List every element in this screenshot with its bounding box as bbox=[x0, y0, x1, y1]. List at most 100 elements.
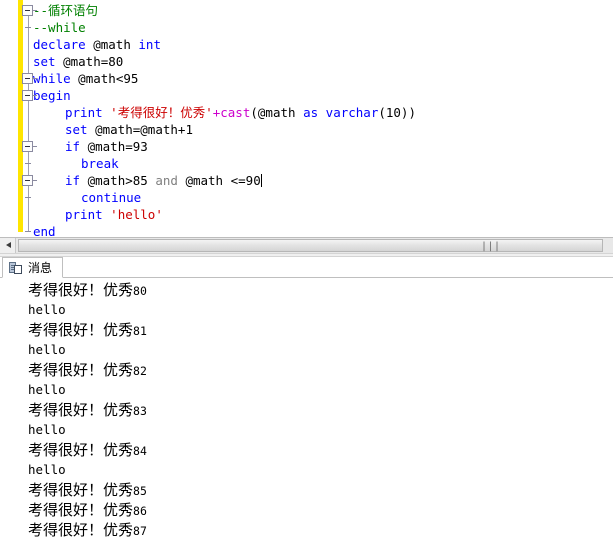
code-token-var: @math bbox=[140, 122, 178, 137]
code-line[interactable]: declare @math int bbox=[0, 36, 613, 53]
code-token-plain: =80 bbox=[100, 54, 124, 69]
code-token-comment: --循环语句 bbox=[33, 3, 99, 18]
outline-connector bbox=[33, 146, 37, 147]
code-line[interactable]: while @math<95 bbox=[0, 70, 613, 87]
code-line[interactable]: set @math=@math+1 bbox=[0, 121, 613, 138]
code-token-kw: set bbox=[65, 122, 88, 137]
editor-horizontal-scrollbar[interactable]: ||| bbox=[0, 237, 613, 253]
message-line: 考得很好！优秀80 bbox=[0, 280, 613, 300]
scrollbar-thumb[interactable]: ||| bbox=[18, 239, 603, 252]
message-text: hello bbox=[28, 342, 66, 357]
outline-connector bbox=[33, 180, 37, 181]
code-token-kw: continue bbox=[81, 190, 142, 205]
code-token-var: @math bbox=[78, 71, 116, 86]
code-token-kw: print bbox=[65, 105, 103, 120]
message-line: 考得很好！优秀82 bbox=[0, 360, 613, 380]
code-line[interactable]: print '考得很好！优秀'+cast(@math as varchar(10… bbox=[0, 104, 613, 121]
code-line-text: begin bbox=[33, 88, 71, 103]
code-line[interactable]: --while bbox=[0, 19, 613, 36]
message-line: hello bbox=[0, 420, 613, 440]
message-text: hello bbox=[28, 422, 66, 437]
code-line-text: end bbox=[33, 224, 56, 237]
code-token-str: '考得很好！优秀' bbox=[110, 105, 213, 120]
message-line: 考得很好！优秀81 bbox=[0, 320, 613, 340]
code-token-var: @math bbox=[185, 173, 224, 188]
code-token-kw: begin bbox=[33, 88, 71, 103]
code-line-text: break bbox=[81, 156, 119, 171]
outline-connector bbox=[33, 95, 37, 96]
code-token-var: @math bbox=[93, 37, 131, 52]
code-line[interactable]: if @math>85 and @math <=90 bbox=[0, 172, 613, 189]
message-text: hello bbox=[28, 462, 66, 477]
code-token-fn: +cast bbox=[212, 105, 251, 120]
message-line: 考得很好！优秀84 bbox=[0, 440, 613, 460]
message-number: 83 bbox=[133, 404, 147, 418]
messages-output-list[interactable]: 考得很好！优秀80 hello 考得很好！优秀81 hello 考得很好！优秀82 hel… bbox=[0, 278, 613, 538]
message-text: 考得很好！优秀 bbox=[28, 401, 134, 419]
code-token-plain: >85 bbox=[125, 173, 156, 188]
message-text: 考得很好！优秀 bbox=[28, 501, 134, 519]
code-line[interactable]: --循环语句 bbox=[0, 2, 613, 19]
results-tab-strip[interactable]: 消息 bbox=[0, 257, 613, 278]
code-line-text: while @math<95 bbox=[33, 71, 138, 86]
code-line-text: if @math=93 bbox=[65, 139, 148, 154]
outline-connector bbox=[33, 10, 37, 11]
results-pane: 消息 考得很好！优秀80 hello 考得很好！优秀81 hello 考得很好！优秀82… bbox=[0, 257, 613, 538]
code-token-plain: (10)) bbox=[378, 105, 416, 120]
code-token-plain: =93 bbox=[125, 139, 148, 154]
code-line[interactable]: break bbox=[0, 155, 613, 172]
code-line[interactable]: continue bbox=[0, 189, 613, 206]
code-line-text: print '考得很好！优秀'+cast(@math as varchar(10… bbox=[65, 105, 416, 120]
collapse-toggle-icon[interactable] bbox=[22, 5, 33, 16]
code-token-kw: if bbox=[65, 173, 81, 188]
collapse-toggle-icon[interactable] bbox=[22, 141, 33, 152]
code-token-plain: ( bbox=[250, 105, 258, 120]
collapse-toggle-icon[interactable] bbox=[22, 90, 33, 101]
message-text: hello bbox=[28, 382, 66, 397]
message-text: 考得很好！优秀 bbox=[28, 481, 134, 499]
message-line: hello bbox=[0, 460, 613, 480]
code-line-text: continue bbox=[81, 190, 141, 205]
code-line[interactable]: begin bbox=[0, 87, 613, 104]
collapse-toggle-icon[interactable] bbox=[22, 73, 33, 84]
tab-messages[interactable]: 消息 bbox=[2, 257, 64, 278]
code-line[interactable]: set @math=80 bbox=[0, 53, 613, 70]
sql-editor-pane[interactable]: --循环语句 --while declare @math int set @math=… bbox=[0, 0, 613, 237]
code-token-var: @math bbox=[95, 122, 133, 137]
message-line: 考得很好！优秀86 bbox=[0, 500, 613, 520]
message-text: 考得很好！优秀 bbox=[28, 281, 134, 299]
message-line: 考得很好！优秀87 bbox=[0, 520, 613, 538]
scroll-left-button[interactable] bbox=[0, 238, 16, 253]
collapse-toggle-icon[interactable] bbox=[22, 175, 33, 186]
code-line-text: declare @math int bbox=[33, 37, 161, 52]
code-line[interactable]: end bbox=[0, 223, 613, 237]
code-token-kw: while bbox=[33, 71, 71, 86]
code-line-text: --while bbox=[33, 20, 86, 35]
message-number: 85 bbox=[133, 484, 147, 498]
code-line-text: print 'hello' bbox=[65, 207, 163, 222]
code-token-kw: if bbox=[65, 139, 81, 154]
message-text: hello bbox=[28, 302, 66, 317]
code-token-kw: varchar bbox=[325, 105, 379, 120]
code-text-area[interactable]: --循环语句 --while declare @math int set @math=… bbox=[0, 2, 613, 237]
message-line: hello bbox=[0, 300, 613, 320]
code-line-text: --循环语句 bbox=[33, 3, 98, 18]
outline-tick-icon bbox=[25, 163, 31, 164]
code-token-kw: print bbox=[65, 207, 103, 222]
code-token-var: @math bbox=[87, 139, 126, 154]
code-token-kw: int bbox=[138, 37, 161, 52]
code-line[interactable]: if @math=93 bbox=[0, 138, 613, 155]
code-token-var: @math bbox=[63, 54, 101, 69]
outline-tick-icon bbox=[25, 27, 31, 28]
code-token-kw: end bbox=[33, 224, 56, 237]
code-line[interactable]: print 'hello' bbox=[0, 206, 613, 223]
message-number: 80 bbox=[133, 284, 147, 298]
message-number: 86 bbox=[133, 504, 147, 518]
code-token-kw: set bbox=[33, 54, 56, 69]
code-token-var: @math bbox=[257, 105, 296, 120]
